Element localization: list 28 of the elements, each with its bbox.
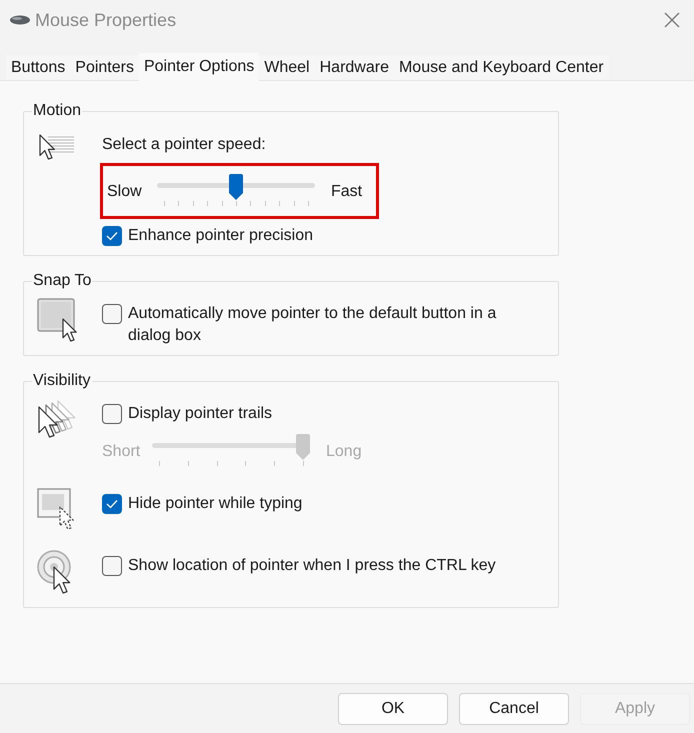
slider-min-label: Short	[102, 442, 142, 462]
checkbox[interactable]	[102, 304, 122, 324]
slider-track[interactable]	[157, 175, 315, 209]
checkbox-label: Hide pointer while typing	[128, 494, 302, 514]
checkbox-label: Display pointer trails	[128, 404, 272, 424]
close-icon[interactable]	[664, 12, 680, 28]
checkmark-icon	[106, 499, 118, 509]
checkmark-icon	[106, 231, 118, 241]
tab[interactable]: Pointer Options	[138, 53, 260, 81]
checkbox-label: Enhance pointer precision	[128, 226, 314, 246]
dialog-button[interactable]: Cancel	[459, 692, 569, 724]
checkbox-label: Automatically move pointer to the default button in a dialog box	[128, 304, 498, 346]
slider-min-label: Slow	[107, 182, 143, 202]
slider-max-label: Fast	[331, 182, 362, 202]
checkbox[interactable]	[102, 226, 122, 246]
slider-thumb[interactable]	[229, 174, 243, 200]
checkbox-label: Show location of pointer when I press the CTRL key	[128, 556, 496, 576]
checkbox[interactable]	[102, 404, 122, 424]
dialog-button[interactable]: OK	[338, 692, 448, 724]
checkbox[interactable]	[102, 494, 122, 514]
group-title: Visibility	[32, 371, 92, 391]
slider-caption: Select a pointer speed:	[102, 135, 267, 155]
window-title: Mouse Properties	[35, 8, 176, 32]
group-title: Snap To	[32, 271, 92, 291]
checkbox[interactable]	[102, 556, 122, 576]
group-title: Motion	[32, 101, 82, 121]
slider-max-label: Long	[326, 442, 362, 462]
mouse-icon	[8, 15, 30, 25]
